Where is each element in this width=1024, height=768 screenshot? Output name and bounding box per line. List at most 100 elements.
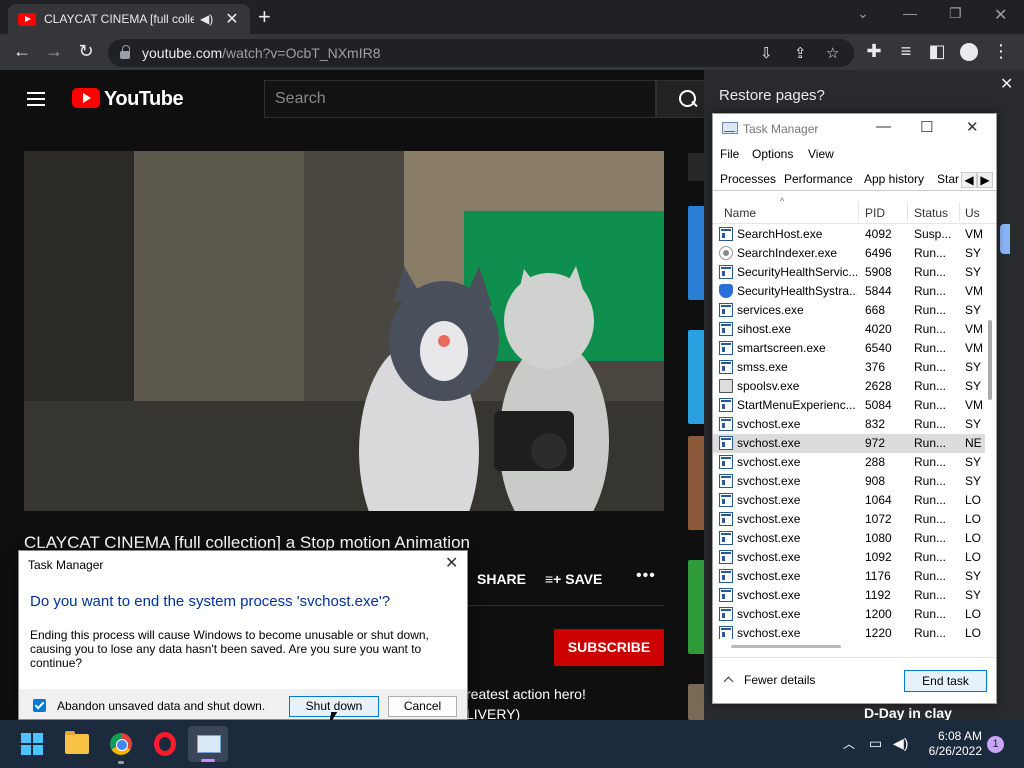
- tab-search-chevron-icon[interactable]: ⌄: [857, 5, 869, 22]
- forward-arrow-icon[interactable]: →: [43, 41, 65, 62]
- process-row[interactable]: svchost.exe 1072 Run... LO: [713, 510, 985, 529]
- process-row[interactable]: svchost.exe 972 Run... NE: [713, 434, 985, 453]
- column-user[interactable]: Us: [965, 206, 980, 220]
- clock[interactable]: 6:08 AM 6/26/2022: [922, 729, 982, 759]
- restore-window-icon[interactable]: ❐: [949, 5, 962, 22]
- chrome-menu-icon[interactable]: ⋮: [990, 41, 1012, 62]
- scrollbar-thumb[interactable]: [731, 645, 841, 648]
- close-icon[interactable]: ✕: [1000, 74, 1013, 94]
- chevron-up-icon[interactable]: ︿: [843, 735, 855, 752]
- file-explorer-icon[interactable]: [65, 731, 89, 754]
- column-pid[interactable]: PID: [865, 206, 885, 220]
- side-panel-icon[interactable]: ◧: [926, 41, 948, 62]
- process-row[interactable]: svchost.exe 908 Run... SY: [713, 472, 985, 491]
- menu-file[interactable]: File: [720, 147, 739, 161]
- process-row[interactable]: SecurityHealthSystra... 5844 Run... VM: [713, 282, 985, 301]
- process-row[interactable]: svchost.exe 1200 Run... LO: [713, 605, 985, 624]
- process-row[interactable]: svchost.exe 1220 Run... LO: [713, 624, 985, 639]
- clock-date: 6/26/2022: [928, 744, 982, 758]
- chrome-icon[interactable]: [110, 733, 132, 755]
- windows-start-icon[interactable]: [21, 733, 44, 756]
- column-separator[interactable]: [907, 202, 908, 222]
- tab-performance[interactable]: Performance: [784, 172, 853, 186]
- process-list-scrollbar[interactable]: [986, 225, 996, 639]
- restore-button[interactable]: [1000, 224, 1010, 254]
- close-icon[interactable]: ✕: [445, 553, 458, 573]
- youtube-logo-icon[interactable]: [72, 88, 100, 108]
- close-window-icon[interactable]: ✕: [994, 5, 1007, 25]
- tab-app-history[interactable]: App history: [864, 172, 924, 186]
- process-status: Run...: [914, 303, 947, 317]
- process-row[interactable]: svchost.exe 1080 Run... LO: [713, 529, 985, 548]
- process-window-icon: [719, 322, 733, 336]
- maximize-icon[interactable]: ☐: [920, 118, 933, 136]
- tab-startup[interactable]: Star: [937, 172, 961, 186]
- share-button[interactable]: SHARE: [477, 571, 526, 587]
- bookmark-star-icon[interactable]: ☆: [826, 44, 839, 62]
- share-page-icon[interactable]: ⇪: [794, 44, 807, 62]
- process-row[interactable]: svchost.exe 288 Run... SY: [713, 453, 985, 472]
- fewer-details-button[interactable]: Fewer details: [723, 673, 815, 687]
- address-bar[interactable]: youtube.com/watch?v=OcbT_NXmIR8 ⇩ ⇪ ☆: [108, 39, 854, 67]
- process-row[interactable]: services.exe 668 Run... SY: [713, 301, 985, 320]
- close-tab-icon[interactable]: ✕: [225, 9, 238, 29]
- tab-scroll-right-icon[interactable]: ▶: [977, 172, 993, 188]
- column-separator[interactable]: [858, 202, 859, 222]
- column-status[interactable]: Status: [914, 206, 948, 220]
- speaker-icon[interactable]: ◀): [200, 12, 213, 26]
- extensions-puzzle-icon[interactable]: ✚: [863, 41, 885, 62]
- cancel-button[interactable]: Cancel: [388, 696, 457, 717]
- network-icon[interactable]: ▭: [869, 735, 882, 752]
- hamburger-menu-icon[interactable]: [27, 92, 45, 106]
- new-tab-button[interactable]: +: [258, 4, 271, 30]
- process-row[interactable]: svchost.exe 1176 Run... SY: [713, 567, 985, 586]
- youtube-logo-text[interactable]: YouTube: [104, 88, 184, 111]
- more-actions-icon[interactable]: •••: [636, 567, 656, 585]
- process-row[interactable]: smartscreen.exe 6540 Run... VM: [713, 339, 985, 358]
- save-button[interactable]: ≡+ SAVE: [545, 571, 602, 587]
- subscribe-button[interactable]: SUBSCRIBE: [554, 629, 664, 666]
- close-icon[interactable]: ✕: [966, 118, 979, 136]
- volume-icon[interactable]: ◀): [893, 735, 908, 752]
- process-row[interactable]: svchost.exe 1192 Run... SY: [713, 586, 985, 605]
- column-name[interactable]: Name: [724, 206, 756, 220]
- profile-avatar-icon[interactable]: [960, 43, 978, 61]
- minimize-icon[interactable]: —: [876, 118, 891, 135]
- back-arrow-icon[interactable]: ←: [11, 41, 33, 62]
- menu-view[interactable]: View: [808, 147, 834, 161]
- reload-icon[interactable]: ↻: [75, 41, 97, 62]
- process-row[interactable]: StartMenuExperienc... 5084 Run... VM: [713, 396, 985, 415]
- task-manager-titlebar[interactable]: Task Manager — ☐ ✕: [713, 114, 996, 144]
- process-row[interactable]: smss.exe 376 Run... SY: [713, 358, 985, 377]
- end-task-button[interactable]: End task: [904, 670, 987, 692]
- abandon-data-label[interactable]: Abandon unsaved data and shut down.: [57, 699, 265, 713]
- process-row[interactable]: spoolsv.exe 2628 Run... SY: [713, 377, 985, 396]
- process-row[interactable]: svchost.exe 1064 Run... LO: [713, 491, 985, 510]
- start-tile: [21, 745, 31, 755]
- process-row[interactable]: SecurityHealthServic... 5908 Run... SY: [713, 263, 985, 282]
- media-controls-icon[interactable]: ≡: [895, 41, 917, 62]
- menu-options[interactable]: Options: [752, 147, 793, 161]
- column-separator[interactable]: [959, 202, 960, 222]
- install-icon[interactable]: ⇩: [760, 44, 773, 62]
- process-row[interactable]: svchost.exe 1092 Run... LO: [713, 548, 985, 567]
- opera-icon[interactable]: [154, 732, 176, 756]
- task-manager-taskbar-icon[interactable]: [188, 726, 228, 762]
- notification-badge[interactable]: 1: [987, 736, 1004, 753]
- scrollbar-thumb[interactable]: [988, 320, 992, 400]
- search-input[interactable]: Search: [264, 80, 656, 118]
- tab-processes[interactable]: Processes: [720, 172, 776, 186]
- recommendation-chip[interactable]: [688, 153, 704, 181]
- minimize-icon[interactable]: —: [903, 5, 917, 21]
- browser-tab[interactable]: CLAYCAT CINEMA [full collection] a Stop …: [8, 4, 250, 34]
- horizontal-scrollbar[interactable]: [713, 641, 996, 651]
- process-row[interactable]: SearchIndexer.exe 6496 Run... SY: [713, 244, 985, 263]
- recommendation-title[interactable]: D-Day in clay: [864, 705, 952, 721]
- video-player[interactable]: [24, 151, 664, 511]
- process-row[interactable]: svchost.exe 832 Run... SY: [713, 415, 985, 434]
- tab-scroll-left-icon[interactable]: ◀: [961, 172, 977, 188]
- abandon-data-checkbox[interactable]: [33, 699, 46, 712]
- lock-icon[interactable]: [120, 45, 130, 59]
- process-row[interactable]: SearchHost.exe 4092 Susp... VM: [713, 225, 985, 244]
- process-row[interactable]: sihost.exe 4020 Run... VM: [713, 320, 985, 339]
